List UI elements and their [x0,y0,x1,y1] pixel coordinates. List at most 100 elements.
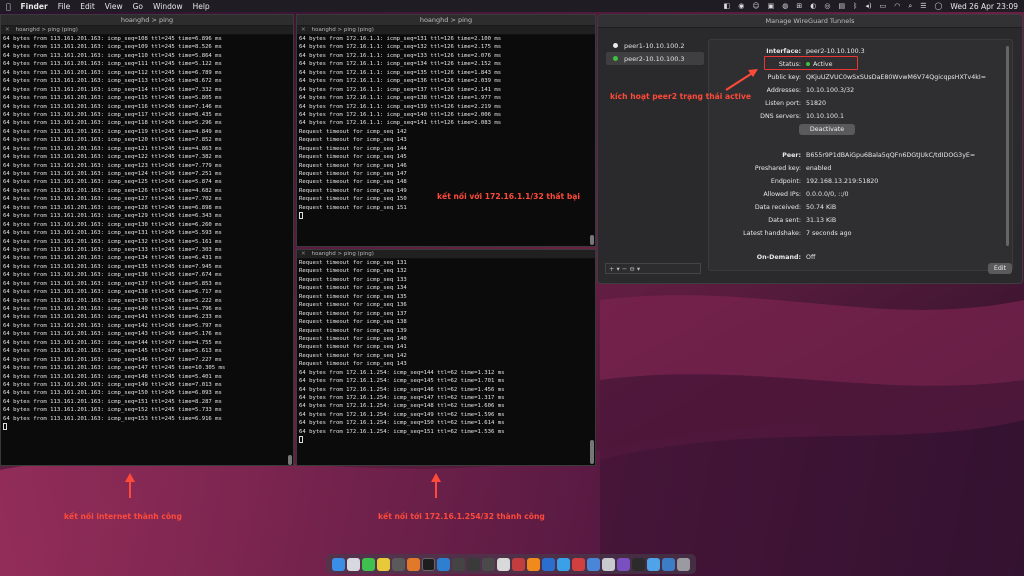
chrome-icon[interactable] [377,557,390,571]
deactivate-button[interactable]: Deactivate [799,124,855,135]
control-center-icon[interactable]: ☰ [920,2,926,10]
app-icon[interactable] [452,557,465,571]
app-icon[interactable] [482,557,495,571]
close-tab-icon[interactable]: ✕ [301,251,306,257]
terminal-line: Request timeout for icmp_seq 143 [299,137,407,144]
wifi-icon[interactable]: ◠ [894,2,900,10]
status-menu-icon[interactable]: ◉ [738,2,744,10]
preshared-value: enabled [806,165,832,172]
terminal-line: Request timeout for icmp_seq 132 [299,268,407,275]
app-icon[interactable] [632,557,645,571]
terminal-window-left[interactable]: hoanghd > ping ✕ hoanghd > ping (ping) 6… [0,14,294,466]
app-icon[interactable] [392,557,405,571]
terminal-line: 64 bytes from 172.16.1.1: icmp_seq=138 t… [299,95,502,102]
app-icon[interactable] [497,557,510,571]
trash-icon[interactable] [677,557,690,571]
bluetooth-icon[interactable]: ᛒ [853,2,857,10]
safari-icon[interactable] [557,557,570,571]
menu-app-finder[interactable]: Finder [21,2,48,11]
terminal-icon[interactable] [422,557,435,571]
app-icon[interactable] [617,557,630,571]
launchpad-icon[interactable] [347,557,360,571]
menu-file[interactable]: File [58,2,71,11]
status-menu-icon[interactable]: ◐ [810,2,816,10]
tunnel-item-peer2[interactable]: peer2-10.10.100.3 [606,52,704,65]
status-menu-icon[interactable]: ▣ [768,2,775,10]
status-menu-icon[interactable]: ⊞ [796,2,802,10]
window-titlebar[interactable]: hoanghd > ping [297,15,595,26]
terminal-line: 64 bytes from 113.161.201.163: icmp_seq=… [3,255,222,262]
terminal-prompt[interactable] [299,436,595,444]
menu-edit[interactable]: Edit [80,2,95,11]
status-dot-icon [613,43,618,48]
menu-help[interactable]: Help [193,2,210,11]
tunnel-toolbar-buttons[interactable]: + ▾ − ⊖ ▾ [609,265,640,273]
data-received-row: Data received: 50.74 KiB [709,204,1014,214]
messages-icon[interactable] [362,557,375,571]
status-menu-icon[interactable]: ▤ [839,2,846,10]
terminal-line: 64 bytes from 113.161.201.163: icmp_seq=… [3,306,222,312]
data-sent-row: Data sent: 31.13 KiB [709,217,1014,227]
terminal-line: 64 bytes from 113.161.201.163: icmp_seq=… [3,137,222,144]
menu-view[interactable]: View [105,2,123,11]
tunnel-item-peer1[interactable]: peer1-10.10.100.2 [606,39,704,52]
vscode-icon[interactable] [437,557,450,571]
status-menu-icon[interactable]: ◎ [824,2,830,10]
window-title: Manage WireGuard Tunnels [765,17,855,25]
dock [326,554,696,574]
close-tab-icon[interactable]: ✕ [301,27,306,33]
status-menu-icon[interactable]: ◍ [782,2,788,10]
battery-icon[interactable]: ▭ [880,2,887,10]
terminal-window-top-right[interactable]: hoanghd > ping ✕ hoanghd > ping (ping) 6… [296,14,596,247]
terminal-prompt[interactable] [3,423,293,431]
sublime-icon[interactable] [407,557,420,571]
terminal-line: 64 bytes from 172.16.1.254: icmp_seq=144… [299,369,505,376]
edit-button[interactable]: Edit [988,263,1012,274]
status-menu-icon[interactable]: ☺ [752,2,759,10]
terminal-line: 64 bytes from 113.161.201.163: icmp_seq=… [3,272,222,279]
menu-window[interactable]: Window [153,2,183,11]
terminal-tab[interactable]: ✕ hoanghd > ping (ping) [297,250,595,259]
status-menu-icon[interactable]: ◧ [724,2,731,10]
wireguard-window[interactable]: Manage WireGuard Tunnels peer1-10.10.100… [597,14,1023,284]
terminal-line: Request timeout for icmp_seq 142 [299,128,407,135]
scrollbar[interactable] [1006,46,1009,246]
search-icon[interactable]: ⌕ [908,2,912,11]
terminal-tab[interactable]: ✕ hoanghd > ping (ping) [297,26,595,35]
window-titlebar[interactable]: hoanghd > ping [1,15,293,26]
terminal-line: 64 bytes from 113.161.201.163: icmp_seq=… [3,69,222,76]
tunnel-list-toolbar[interactable]: + ▾ − ⊖ ▾ [605,263,701,274]
volume-icon[interactable]: ◂) [865,2,871,10]
terminal-line: 64 bytes from 113.161.201.163: icmp_seq=… [3,103,222,110]
terminal-line: 64 bytes from 113.161.201.163: icmp_seq=… [3,36,222,42]
folder-icon[interactable] [647,557,660,571]
menu-clock[interactable]: Wed 26 Apr 23:09 [950,2,1018,11]
finder-icon[interactable] [332,557,345,571]
annotation-success: kết nối tới 172.16.1.254/32 thành công [378,512,545,521]
tunnel-name: peer1-10.10.100.2 [624,41,685,50]
terminal-line: 64 bytes from 113.161.201.163: icmp_seq=… [3,179,222,186]
terminal-tab[interactable]: ✕ hoanghd > ping (ping) [1,26,293,35]
scrollbar[interactable] [590,235,594,245]
app-icon[interactable] [602,557,615,571]
folder-icon[interactable] [662,557,675,571]
window-titlebar[interactable]: Manage WireGuard Tunnels [598,15,1022,28]
app-icon[interactable] [542,557,555,571]
scrollbar[interactable] [288,455,292,465]
apple-icon[interactable]:  [6,2,11,11]
terminal-window-bottom-right[interactable]: ✕ hoanghd > ping (ping) Request timeout … [296,249,596,466]
vlc-icon[interactable] [527,557,540,571]
app-icon[interactable] [587,557,600,571]
menu-go[interactable]: Go [133,2,143,11]
terminal-output[interactable]: Request timeout for icmp_seq 131 Request … [297,259,595,445]
app-icon[interactable] [512,557,525,571]
close-tab-icon[interactable]: ✕ [5,27,10,33]
app-icon[interactable] [467,557,480,571]
app-icon[interactable] [572,557,585,571]
siri-icon[interactable]: ◯ [935,2,943,10]
terminal-line: 64 bytes from 113.161.201.163: icmp_seq=… [3,339,222,346]
scrollbar[interactable] [590,440,594,464]
terminal-output[interactable]: 64 bytes from 113.161.201.163: icmp_seq=… [1,35,293,432]
terminal-line: 64 bytes from 172.16.1.1: icmp_seq=135 t… [299,69,502,76]
terminal-prompt[interactable] [299,212,595,220]
